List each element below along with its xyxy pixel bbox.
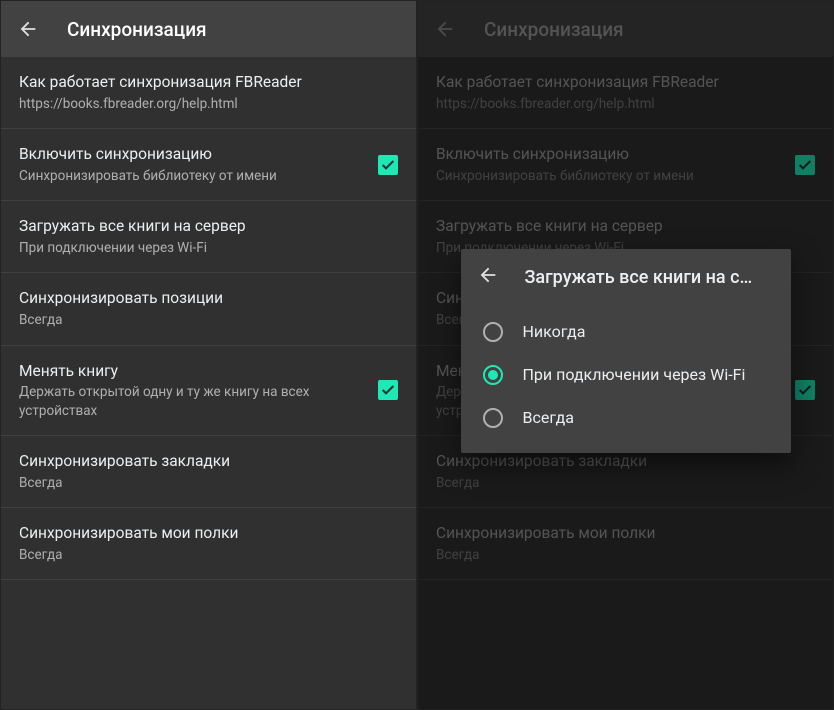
dialog-header: Загружать все книги на с…	[461, 249, 791, 305]
dialog-option[interactable]: При подключении через Wi-Fi	[461, 354, 791, 397]
settings-list-left: Как работает синхронизация FBReader https…	[1, 57, 416, 709]
settings-item-text: Как работает синхронизация FBReader https…	[19, 72, 398, 113]
dialog-options: Никогда При подключении через Wi-Fi Всегда	[461, 305, 791, 453]
settings-item-text: Синхронизировать мои полки Всегда	[19, 523, 398, 564]
dialog-option[interactable]: Всегда	[461, 397, 791, 440]
checkbox-icon[interactable]	[795, 380, 815, 400]
settings-item-text: Менять книгуДержать открытой одну и ту ж…	[19, 361, 366, 420]
settings-item-text: Включить синхронизацию Синхронизировать б…	[436, 144, 783, 185]
settings-item-secondary: Синхронизировать библиотеку от имени	[436, 167, 783, 185]
dialog-option[interactable]: Никогда	[461, 311, 791, 354]
settings-item[interactable]: Загружать все книги на сервер При подключ…	[1, 201, 416, 273]
settings-item-secondary: Держать открытой одну и ту же книгу на в…	[19, 383, 366, 419]
settings-item-primary: Включить синхронизацию	[436, 144, 783, 165]
settings-item[interactable]: Синхронизировать позиции Всегда	[1, 273, 416, 345]
settings-item-primary: Синхронизировать мои полки	[436, 523, 815, 544]
settings-item-primary: Включить синхронизацию	[19, 144, 366, 165]
dialog-option-label: Никогда	[523, 322, 586, 343]
settings-item[interactable]: Менять книгуДержать открытой одну и ту ж…	[1, 346, 416, 436]
settings-item-primary: Как работает синхронизация FBReader	[436, 72, 815, 93]
settings-item[interactable]: Как работает синхронизация FBReader https…	[1, 57, 416, 129]
settings-item-text: Включить синхронизацию Синхронизировать б…	[19, 144, 366, 185]
settings-item[interactable]: Включить синхронизацию Синхронизировать б…	[418, 129, 833, 201]
checkbox-icon[interactable]	[378, 155, 398, 175]
settings-item-primary: Синхронизировать позиции	[19, 288, 398, 309]
settings-item[interactable]: Как работает синхронизация FBReader https…	[418, 57, 833, 129]
settings-item[interactable]: Синхронизировать закладки Всегда	[1, 436, 416, 508]
left-screen: Синхронизация Как работает синхронизация…	[0, 0, 417, 710]
back-arrow-icon[interactable]	[477, 264, 499, 290]
settings-item-secondary: Всегда	[19, 546, 398, 564]
settings-item-secondary: Всегда	[436, 546, 815, 564]
app-bar-title: Синхронизация	[484, 18, 624, 41]
app-bar: Синхронизация	[1, 1, 416, 57]
app-bar-title: Синхронизация	[67, 18, 207, 41]
dialog-option-label: Всегда	[523, 408, 574, 429]
settings-item-text: Как работает синхронизация FBReader https…	[436, 72, 815, 113]
upload-options-dialog: Загружать все книги на с… Никогда При под…	[461, 249, 791, 453]
settings-item-primary: Синхронизировать закладки	[436, 451, 815, 472]
settings-item-primary: Загружать все книги на сервер	[19, 216, 398, 237]
back-arrow-icon[interactable]	[434, 18, 456, 40]
dialog-option-label: При подключении через Wi-Fi	[523, 365, 746, 386]
settings-item-primary: Менять книгу	[19, 361, 366, 382]
settings-item-secondary: Всегда	[436, 474, 815, 492]
back-arrow-icon[interactable]	[17, 18, 39, 40]
settings-item-text: Синхронизировать мои полки Всегда	[436, 523, 815, 564]
settings-item-primary: Как работает синхронизация FBReader	[19, 72, 398, 93]
radio-icon[interactable]	[483, 365, 503, 385]
checkbox-icon[interactable]	[378, 380, 398, 400]
settings-item-primary: Синхронизировать мои полки	[19, 523, 398, 544]
settings-item-secondary: https://books.fbreader.org/help.html	[436, 95, 815, 113]
settings-item-text: Синхронизировать закладки Всегда	[19, 451, 398, 492]
app-bar: Синхронизация	[418, 1, 833, 57]
settings-item-text: Синхронизировать закладки Всегда	[436, 451, 815, 492]
right-screen: Синхронизация Как работает синхронизация…	[417, 0, 834, 710]
dialog-title: Загружать все книги на с…	[525, 267, 775, 288]
settings-item[interactable]: Синхронизировать мои полки Всегда	[1, 508, 416, 580]
settings-item-primary: Синхронизировать закладки	[19, 451, 398, 472]
settings-item-text: Загружать все книги на сервер При подключ…	[19, 216, 398, 257]
settings-item-secondary: Всегда	[19, 311, 398, 329]
settings-item[interactable]: Включить синхронизацию Синхронизировать б…	[1, 129, 416, 201]
radio-icon[interactable]	[483, 408, 503, 428]
radio-icon[interactable]	[483, 322, 503, 342]
settings-item-text: Синхронизировать позиции Всегда	[19, 288, 398, 329]
checkbox-icon[interactable]	[795, 155, 815, 175]
settings-item-secondary: Всегда	[19, 474, 398, 492]
settings-item[interactable]: Синхронизировать мои полки Всегда	[418, 508, 833, 580]
settings-item-secondary: Синхронизировать библиотеку от имени	[19, 167, 366, 185]
settings-item-secondary: https://books.fbreader.org/help.html	[19, 95, 398, 113]
settings-item-primary: Загружать все книги на сервер	[436, 216, 815, 237]
settings-item-secondary: При подключении через Wi-Fi	[19, 239, 398, 257]
